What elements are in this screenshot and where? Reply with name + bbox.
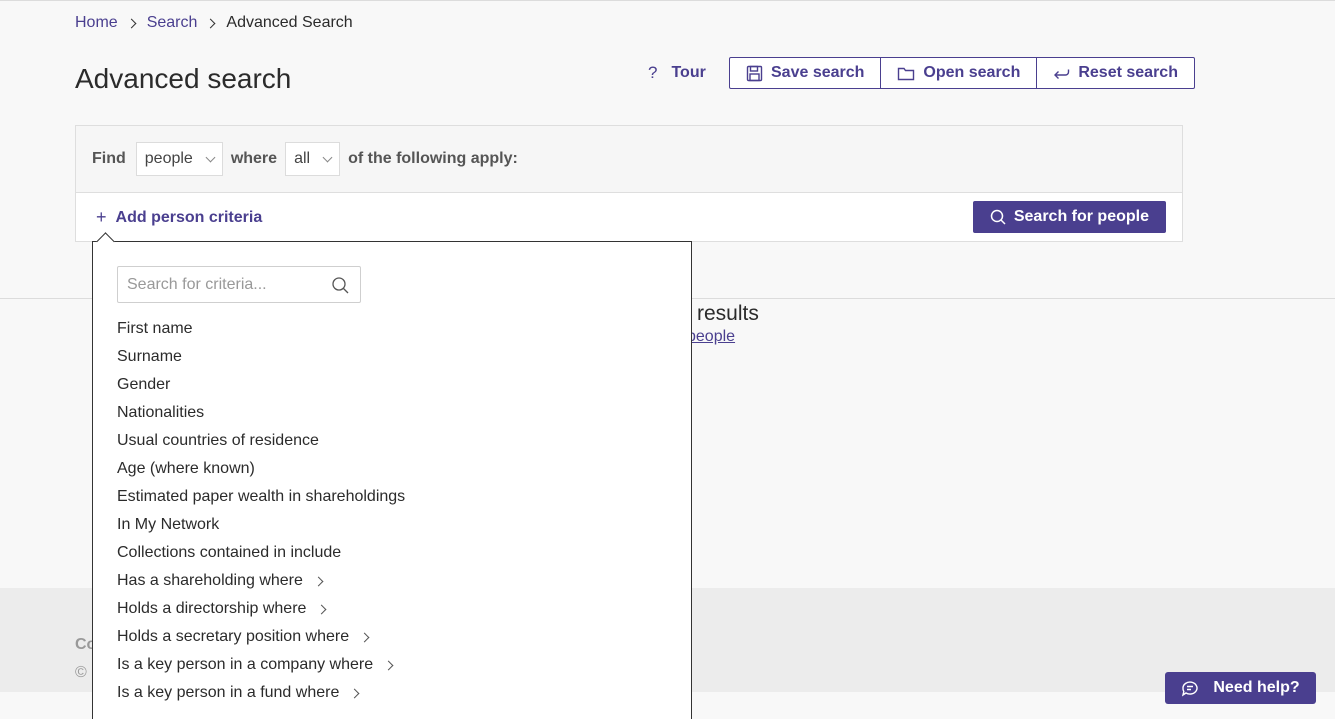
criteria-list: First name Surname Gender Nationalities …: [117, 315, 405, 707]
footer-line-2: ©: [75, 664, 87, 681]
list-item[interactable]: Holds a secretary position where: [117, 623, 405, 651]
reset-search-button[interactable]: Reset search: [1037, 58, 1194, 88]
list-item[interactable]: Holds a directorship where: [117, 595, 405, 623]
open-search-button[interactable]: Open search: [881, 58, 1038, 88]
plus-icon: +: [96, 207, 107, 227]
chevron-down-icon: [205, 152, 216, 162]
list-item[interactable]: Age (where known): [117, 455, 405, 483]
save-search-label: Save search: [771, 64, 865, 81]
query-panel: Find people where all of the following a…: [75, 125, 1183, 242]
list-item[interactable]: Nationalities: [117, 399, 405, 427]
top-divider: [0, 0, 1335, 1]
list-item[interactable]: Collections contained in include: [117, 539, 405, 567]
criteria-dropdown: First name Surname Gender Nationalities …: [92, 241, 692, 719]
criteria-row: + Add person criteria Search for people: [76, 193, 1182, 242]
save-search-button[interactable]: Save search: [730, 58, 882, 88]
criteria-search-input[interactable]: [127, 275, 317, 294]
list-item[interactable]: Is a key person in a fund where: [117, 679, 405, 707]
save-icon: [746, 65, 763, 81]
match-select[interactable]: all: [285, 142, 341, 176]
breadcrumb-home[interactable]: Home: [75, 14, 118, 32]
add-person-criteria-button[interactable]: + Add person criteria: [96, 207, 262, 228]
breadcrumb-search[interactable]: Search: [147, 14, 198, 32]
match-select-value: all: [294, 150, 311, 167]
folder-icon: [898, 67, 915, 80]
list-item[interactable]: Usual countries of residence: [117, 427, 405, 455]
chevron-right-icon: [313, 576, 324, 586]
search-icon: [990, 209, 1006, 225]
list-item[interactable]: Has a shareholding where: [117, 567, 405, 595]
criteria-search-box: [117, 266, 361, 303]
results-people-link[interactable]: people: [687, 328, 735, 346]
results-title: results: [697, 302, 759, 325]
breadcrumb: Home Search Advanced Search: [75, 14, 353, 32]
entity-select-value: people: [144, 150, 193, 167]
need-help-button[interactable]: Need help?: [1165, 672, 1316, 704]
reset-icon: [1054, 69, 1070, 79]
tour-button[interactable]: ? Tour: [648, 63, 706, 83]
chevron-right-icon: [349, 688, 360, 698]
open-search-label: Open search: [923, 64, 1021, 81]
list-item[interactable]: Is a key person in a company where: [117, 651, 405, 679]
entity-select[interactable]: people: [135, 142, 223, 176]
list-item[interactable]: In My Network: [117, 511, 405, 539]
list-item[interactable]: Gender: [117, 371, 405, 399]
chevron-right-icon: [359, 632, 370, 642]
chevron-right-icon: [205, 18, 216, 28]
condition-suffix: of the following apply:: [348, 150, 518, 167]
find-label: Find: [92, 150, 126, 167]
search-for-people-button[interactable]: Search for people: [972, 201, 1166, 233]
search-actions-group: Save search Open search Reset search: [729, 57, 1195, 89]
need-help-label: Need help?: [1213, 679, 1300, 696]
chevron-right-icon: [126, 18, 137, 28]
chevron-down-icon: [322, 152, 333, 162]
list-item[interactable]: Surname: [117, 343, 405, 371]
list-item[interactable]: First name: [117, 315, 405, 343]
list-item[interactable]: Estimated paper wealth in shareholdings: [117, 483, 405, 511]
search-for-people-label: Search for people: [1013, 208, 1149, 225]
chat-icon: [1182, 680, 1199, 697]
where-label: where: [230, 150, 278, 167]
tour-label: Tour: [671, 64, 706, 81]
reset-search-label: Reset search: [1078, 64, 1178, 81]
chevron-right-icon: [316, 604, 327, 614]
query-header: Find people where all of the following a…: [76, 126, 1182, 193]
question-icon: ?: [648, 63, 658, 82]
chevron-right-icon: [383, 660, 394, 670]
search-icon[interactable]: [332, 277, 349, 294]
add-criteria-label: Add person criteria: [115, 208, 263, 226]
page-title: Advanced search: [75, 63, 292, 94]
breadcrumb-current: Advanced Search: [226, 14, 353, 31]
